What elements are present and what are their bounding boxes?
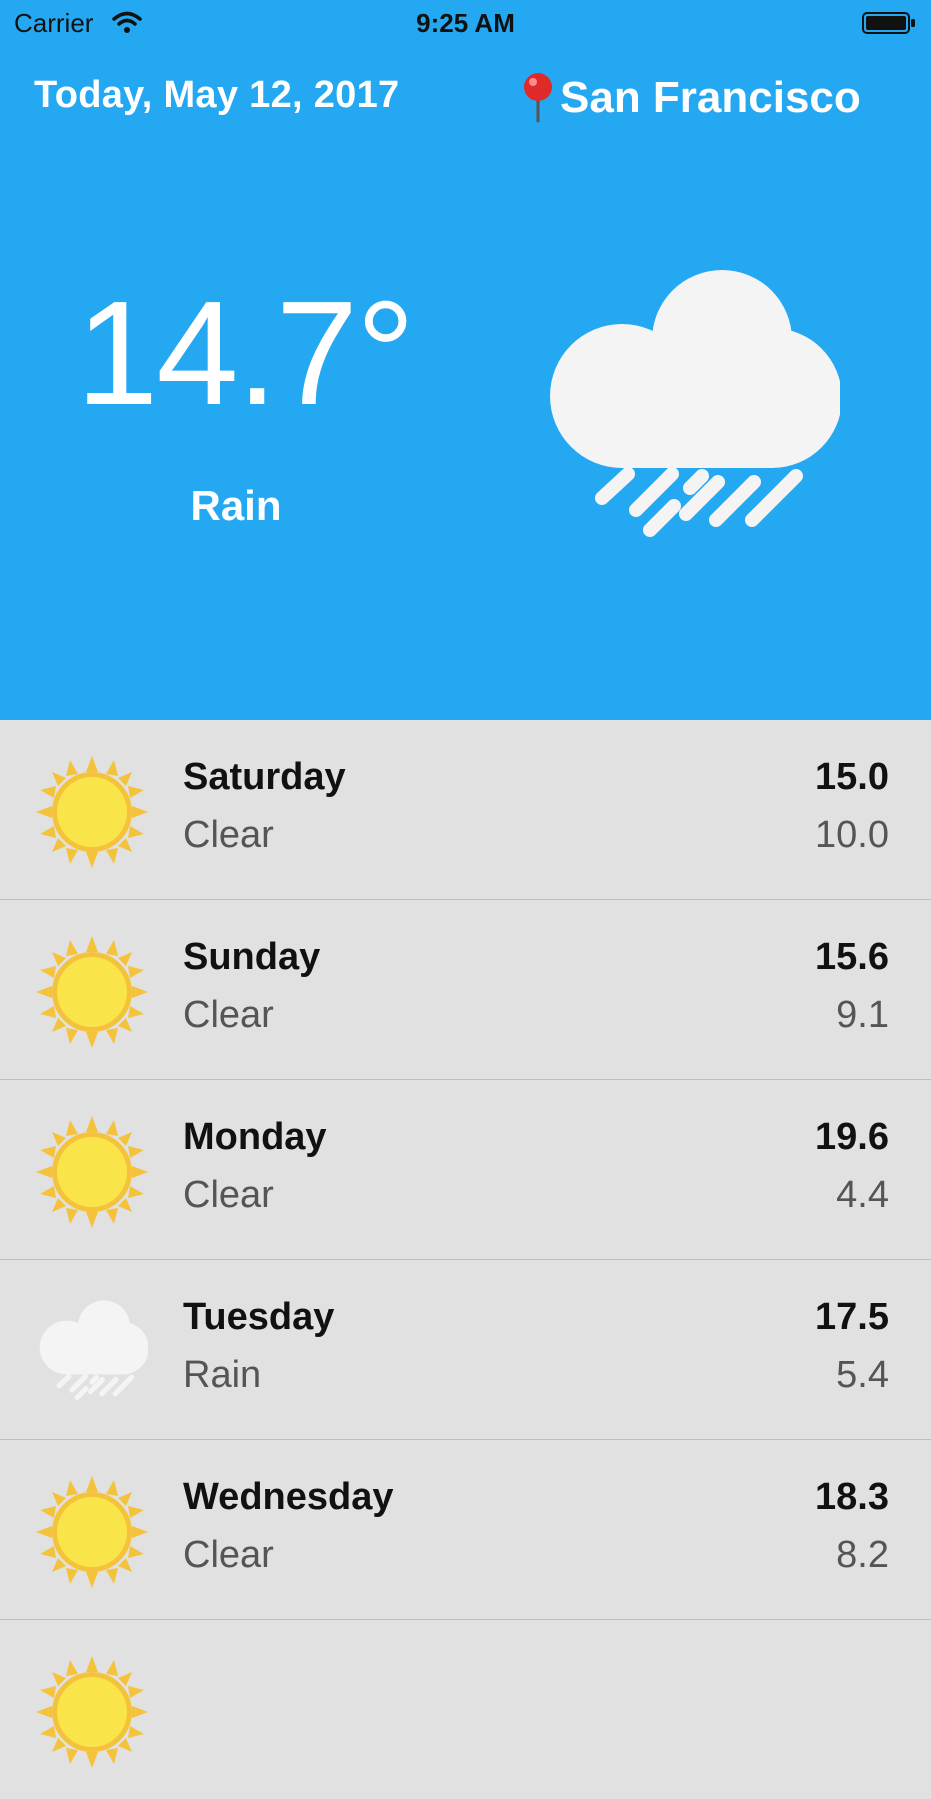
forecast-day: Monday: [183, 1116, 327, 1158]
city-name: San Francisco: [560, 73, 861, 122]
forecast-condition: Rain: [183, 1354, 262, 1396]
forecast-condition: Clear: [183, 1534, 274, 1576]
forecast-high: 18.3: [815, 1476, 889, 1518]
map-pin-icon: [524, 73, 552, 123]
forecast-condition: Clear: [183, 994, 274, 1036]
forecast-row-partial[interactable]: [0, 1620, 931, 1799]
forecast-day: Saturday: [183, 756, 346, 798]
current-date: Today, May 12, 2017: [34, 74, 400, 116]
sun-icon: [36, 936, 148, 1048]
sun-icon: [36, 1116, 148, 1228]
forecast-high: 17.5: [815, 1296, 889, 1338]
forecast-low: 5.4: [836, 1354, 889, 1396]
forecast-high: 15.6: [815, 936, 889, 978]
forecast-list: Saturday Clear 15.0 10.0 Sunday Clear 15…: [0, 720, 931, 1799]
current-condition: Rain: [190, 482, 282, 529]
forecast-condition: Clear: [183, 814, 274, 856]
sun-icon: [36, 756, 148, 868]
forecast-row-sunday[interactable]: Sunday Clear 15.6 9.1: [0, 900, 931, 1080]
forecast-low: 9.1: [836, 994, 889, 1036]
forecast-row-saturday[interactable]: Saturday Clear 15.0 10.0: [0, 720, 931, 900]
forecast-high: 15.0: [815, 756, 889, 798]
forecast-condition: Clear: [183, 1174, 274, 1216]
forecast-row-monday[interactable]: Monday Clear 19.6 4.4: [0, 1080, 931, 1260]
battery-icon: [862, 12, 915, 34]
current-temperature: 14.7°: [76, 271, 415, 436]
sun-icon: [36, 1656, 148, 1768]
forecast-low: 10.0: [815, 814, 889, 856]
rain-cloud-icon: [36, 1296, 148, 1408]
forecast-row-tuesday[interactable]: Tuesday Rain 17.5 5.4: [0, 1260, 931, 1440]
forecast-low: 8.2: [836, 1534, 889, 1576]
rain-cloud-icon: [540, 268, 840, 548]
forecast-day: Tuesday: [183, 1296, 335, 1338]
forecast-high: 19.6: [815, 1116, 889, 1158]
sun-icon: [36, 1476, 148, 1588]
forecast-low: 4.4: [836, 1174, 889, 1216]
location[interactable]: San Francisco: [520, 70, 861, 126]
status-bar: Carrier 9:25 AM: [0, 0, 931, 48]
forecast-day: Sunday: [183, 936, 321, 978]
forecast-row-wednesday[interactable]: Wednesday Clear 18.3 8.2: [0, 1440, 931, 1620]
forecast-day: Wednesday: [183, 1476, 394, 1518]
current-weather-panel: Carrier 9:25 AM Today, May 12, 2017 San …: [0, 0, 931, 720]
status-time: 9:25 AM: [416, 8, 515, 38]
